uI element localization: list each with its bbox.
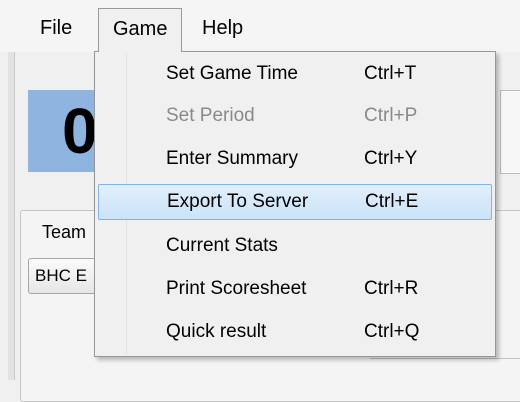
menu-item-quick-result[interactable]: Quick result Ctrl+Q [98, 315, 492, 351]
menu-item-shortcut: Ctrl+Y [364, 148, 418, 169]
team-label: Team [40, 222, 89, 243]
menu-item-label: Set Period [166, 105, 255, 126]
menu-item-label: Set Game Time [166, 63, 298, 84]
menu-file[interactable]: File [28, 10, 84, 46]
menu-item-label: Enter Summary [166, 148, 298, 169]
menu-bar: File Game Help [0, 0, 520, 52]
game-menu-dropdown: Set Game Time Ctrl+T Set Period Ctrl+P E… [94, 51, 496, 357]
menu-item-shortcut: Ctrl+R [364, 278, 419, 299]
window-left-border [8, 52, 15, 380]
menu-help[interactable]: Help [190, 10, 255, 46]
menu-item-shortcut: Ctrl+E [365, 191, 419, 212]
menu-item-export-to-server[interactable]: Export To Server Ctrl+E [98, 184, 492, 220]
menu-item-current-stats[interactable]: Current Stats [98, 229, 492, 265]
menu-item-shortcut: Ctrl+Q [364, 321, 420, 342]
menu-item-set-period: Set Period Ctrl+P [98, 99, 492, 135]
menu-item-set-game-time[interactable]: Set Game Time Ctrl+T [98, 57, 492, 93]
menu-item-label: Quick result [166, 321, 267, 342]
menu-item-enter-summary[interactable]: Enter Summary Ctrl+Y [98, 142, 492, 178]
menu-item-shortcut: Ctrl+T [364, 63, 417, 84]
menu-item-label: Current Stats [166, 235, 278, 256]
score-value: 0 [62, 95, 98, 167]
menu-item-label: Export To Server [167, 191, 309, 212]
menu-game[interactable]: Game [98, 8, 183, 52]
menu-item-label: Print Scoresheet [166, 278, 307, 299]
right-panel-edge [500, 90, 520, 174]
menu-item-print-scoresheet[interactable]: Print Scoresheet Ctrl+R [98, 272, 492, 308]
menu-item-shortcut: Ctrl+P [364, 105, 418, 126]
group-divider [370, 358, 520, 359]
